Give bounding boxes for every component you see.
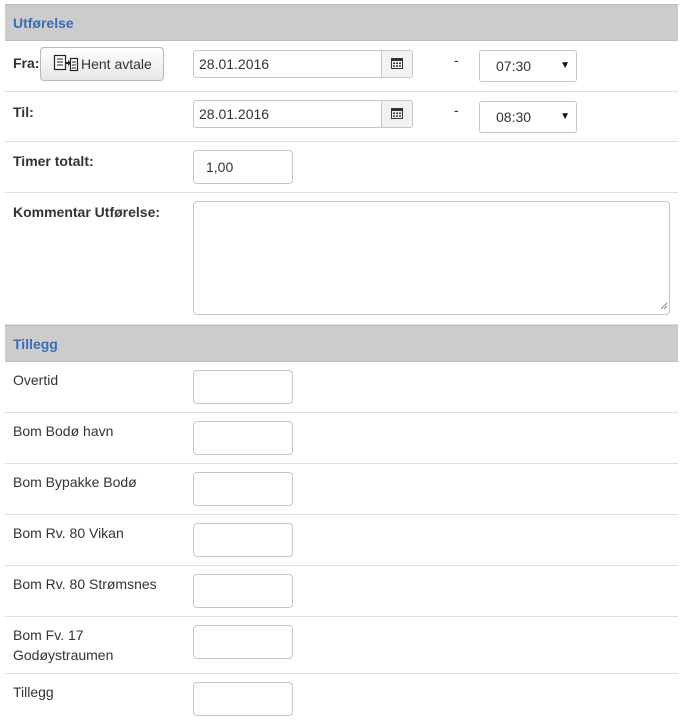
tillegg-row-overtid: Overtid <box>5 362 678 413</box>
tillegg-row-tillegg: Tillegg <box>5 674 678 720</box>
fra-time-value: 07:30 <box>496 58 532 74</box>
row-timer-totalt: Timer totalt: 1,00 <box>5 142 678 193</box>
timer-totalt-label: Timer totalt: <box>13 153 94 169</box>
bom-bypakke-bodo-input[interactable] <box>193 472 293 506</box>
bom-fv17-godoystraumen-input[interactable] <box>193 625 293 659</box>
til-calendar-button[interactable] <box>381 101 412 127</box>
fra-date-picker: 28.01.2016 <box>193 50 413 78</box>
fra-label: Fra: <box>13 55 40 71</box>
fra-time-select[interactable]: 07:30 ▼ <box>479 50 577 82</box>
til-time-select[interactable]: 08:30 ▼ <box>479 101 577 133</box>
row-fra: Fra: Hent avtale 28.01.2016 - 07:30 ▼ <box>5 41 678 92</box>
section-title: Tillegg <box>13 336 58 352</box>
row-kommentar: Kommentar Utførelse: <box>5 193 678 325</box>
resize-grip-icon[interactable] <box>659 297 668 313</box>
til-label: Til: <box>13 104 34 120</box>
document-copy-icon <box>53 54 81 75</box>
timer-totalt-input[interactable]: 1,00 <box>193 150 293 184</box>
kommentar-textarea[interactable] <box>193 201 670 315</box>
tillegg-row-bom-rv80-stromsnes: Bom Rv. 80 Strømsnes <box>5 566 678 617</box>
calendar-icon <box>391 106 403 122</box>
overtid-input[interactable] <box>193 370 293 404</box>
tillegg-row-bom-bypakke-bodo: Bom Bypakke Bodø <box>5 464 678 515</box>
hent-avtale-button[interactable]: Hent avtale <box>40 47 164 81</box>
tillegg-label: Bom Rv. 80 Strømsnes <box>13 576 157 592</box>
bom-bodo-havn-input[interactable] <box>193 421 293 455</box>
hent-avtale-label: Hent avtale <box>81 56 152 72</box>
caret-down-icon: ▼ <box>560 111 570 122</box>
form-container: Utførelse Fra: Hent avtale 28.01.2016 - … <box>5 4 678 720</box>
til-date-input[interactable]: 28.01.2016 <box>194 101 381 127</box>
bom-rv80-stromsnes-input[interactable] <box>193 574 293 608</box>
tillegg-row-bom-fv17-godoystraumen: Bom Fv. 17 Godøystraumen <box>5 617 678 674</box>
section-header-tillegg: Tillegg <box>5 325 678 362</box>
tillegg-label: Bom Bodø havn <box>13 423 114 439</box>
bom-rv80-vikan-input[interactable] <box>193 523 293 557</box>
caret-down-icon: ▼ <box>560 60 570 71</box>
tillegg-input[interactable] <box>193 682 293 716</box>
section-header-utforelse: Utførelse <box>5 4 678 41</box>
tillegg-label: Tillegg <box>13 684 54 700</box>
kommentar-label: Kommentar Utførelse: <box>13 204 161 220</box>
til-time-value: 08:30 <box>496 109 532 125</box>
tillegg-label: Bom Fv. 17 Godøystraumen <box>13 627 114 663</box>
fra-dash: - <box>454 52 459 68</box>
til-date-picker: 28.01.2016 <box>193 100 413 128</box>
tillegg-label: Bom Rv. 80 Vikan <box>13 525 124 541</box>
row-til: Til: 28.01.2016 - 08:30 ▼ <box>5 92 678 142</box>
section-title: Utførelse <box>13 15 74 31</box>
calendar-icon <box>391 56 403 72</box>
tillegg-label: Bom Bypakke Bodø <box>13 474 137 490</box>
fra-date-input[interactable]: 28.01.2016 <box>194 51 381 77</box>
tillegg-row-bom-rv80-vikan: Bom Rv. 80 Vikan <box>5 515 678 566</box>
til-dash: - <box>454 102 459 118</box>
tillegg-label: Overtid <box>13 372 59 388</box>
fra-calendar-button[interactable] <box>381 51 412 77</box>
tillegg-row-bom-bodo-havn: Bom Bodø havn <box>5 413 678 464</box>
